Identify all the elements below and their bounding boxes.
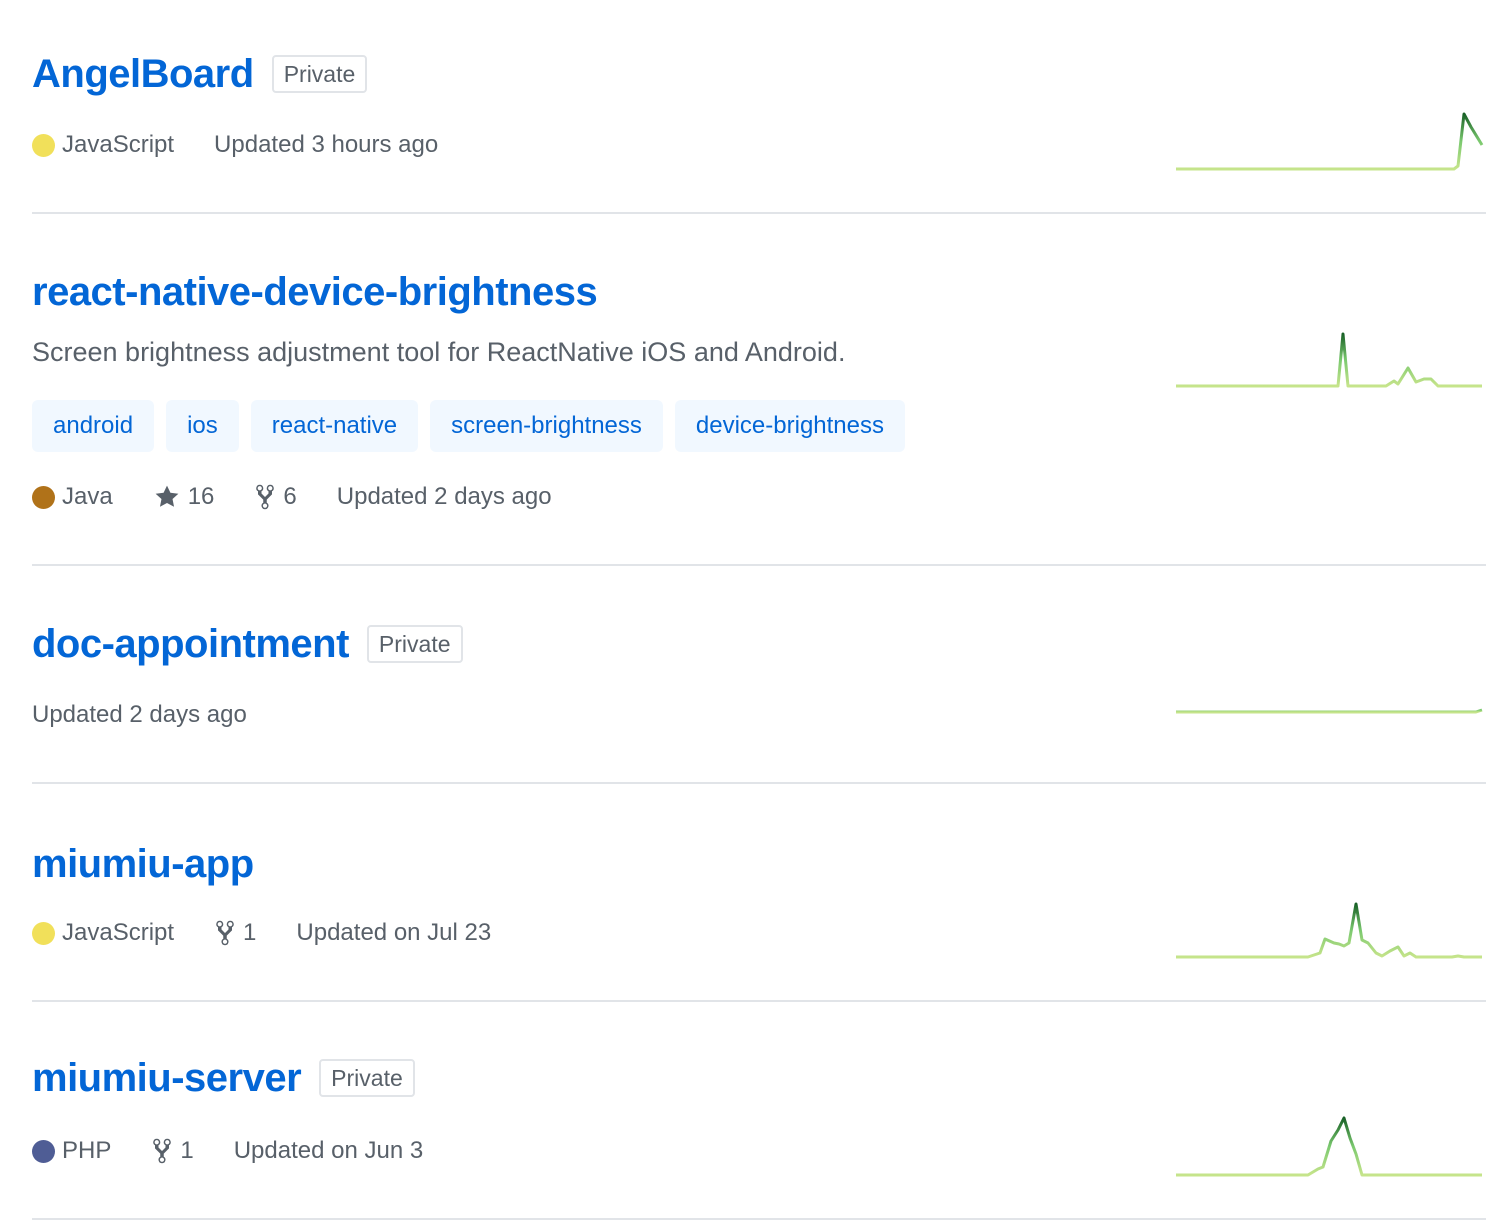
repo-list-item: react-native-device-brightness Screen br… bbox=[32, 214, 1486, 566]
repo-name-link[interactable]: miumiu-app bbox=[32, 840, 254, 888]
stars-link[interactable]: 16 bbox=[153, 483, 215, 511]
repo-language: JavaScript bbox=[32, 131, 174, 159]
language-color-dot bbox=[32, 133, 55, 157]
repo-name-link[interactable]: miumiu-server bbox=[32, 1054, 302, 1102]
topic-tag[interactable]: android bbox=[32, 400, 155, 452]
repo-list-item: doc-appointment Private Updated 2 days a… bbox=[32, 566, 1486, 784]
repo-name-link[interactable]: AngelBoard bbox=[32, 50, 254, 98]
private-badge: Private bbox=[271, 55, 368, 93]
stars-count: 16 bbox=[187, 483, 215, 510]
forks-link[interactable]: 6 bbox=[254, 483, 297, 511]
topic-tag[interactable]: screen-brightness bbox=[430, 400, 663, 452]
language-color-dot bbox=[32, 485, 55, 509]
language-label: Java bbox=[62, 483, 113, 510]
repo-name-link[interactable]: react-native-device-brightness bbox=[32, 268, 598, 316]
updated-time: Updated 2 days ago bbox=[32, 701, 247, 728]
language-label: JavaScript bbox=[62, 919, 175, 946]
language-label: JavaScript bbox=[62, 131, 175, 158]
language-color-dot bbox=[32, 921, 55, 945]
updated-time: Updated on Jun 3 bbox=[233, 1137, 424, 1164]
repo-language: PHP bbox=[32, 1137, 111, 1165]
repo-list-item: miumiu-server Private PHP 1 Updated on J… bbox=[32, 1002, 1486, 1220]
topic-tag[interactable]: device-brightness bbox=[674, 400, 906, 452]
repo-language: Java bbox=[32, 483, 113, 511]
fork-icon bbox=[153, 1138, 172, 1164]
repo-name-link[interactable]: doc-appointment bbox=[32, 620, 349, 668]
fork-icon bbox=[256, 484, 275, 510]
forks-count: 1 bbox=[180, 1137, 194, 1164]
updated-time: Updated on Jul 23 bbox=[296, 919, 492, 946]
activity-sparkline bbox=[1176, 332, 1482, 388]
repo-language: JavaScript bbox=[32, 919, 174, 947]
fork-icon bbox=[216, 920, 234, 946]
updated-time: Updated 2 days ago bbox=[336, 483, 552, 510]
language-label: PHP bbox=[62, 1137, 112, 1164]
private-badge: Private bbox=[319, 1059, 415, 1097]
repo-description: Screen brightness adjustment tool for Re… bbox=[32, 337, 846, 367]
activity-sparkline bbox=[1176, 902, 1482, 959]
forks-link[interactable]: 1 bbox=[214, 919, 256, 947]
forks-count: 6 bbox=[283, 483, 297, 510]
topic-list: android ios react-native screen-brightne… bbox=[32, 400, 917, 452]
private-badge: Private bbox=[366, 625, 463, 663]
activity-sparkline bbox=[1176, 708, 1483, 714]
repo-list-item: AngelBoard Private JavaScript Updated 3 … bbox=[32, 0, 1486, 214]
star-icon bbox=[155, 485, 179, 507]
activity-sparkline bbox=[1176, 112, 1484, 171]
forks-count: 1 bbox=[243, 919, 257, 946]
updated-time: Updated 3 hours ago bbox=[214, 131, 439, 158]
repo-list-item: miumiu-app JavaScript 1 Updated on Jul 2… bbox=[32, 784, 1486, 1002]
forks-link[interactable]: 1 bbox=[151, 1137, 194, 1165]
language-color-dot bbox=[32, 1139, 55, 1163]
topic-tag[interactable]: ios bbox=[166, 400, 239, 452]
activity-sparkline bbox=[1176, 1116, 1482, 1177]
topic-tag[interactable]: react-native bbox=[250, 400, 419, 452]
